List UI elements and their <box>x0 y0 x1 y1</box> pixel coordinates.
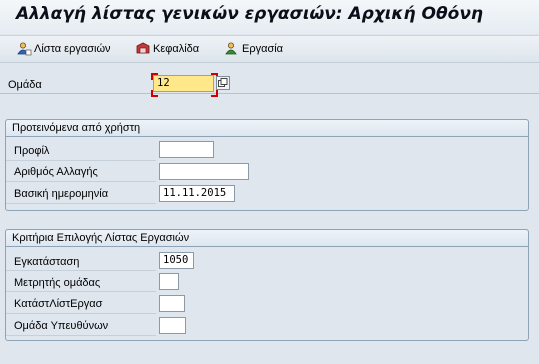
key-date-label: Βασική ημερομηνία <box>14 188 109 200</box>
header-icon <box>135 42 151 56</box>
task-list-status-input[interactable] <box>159 295 185 312</box>
group-counter-label: Μετρητής ομάδας <box>14 277 101 289</box>
search-help-button[interactable] <box>216 76 230 90</box>
profile-input[interactable] <box>159 141 214 158</box>
key-date-input[interactable]: 11.11.2015 <box>159 185 235 202</box>
profile-label: Προφίλ <box>14 145 50 157</box>
group-input[interactable]: 12 <box>153 75 214 92</box>
responsible-group-input[interactable] <box>159 317 186 334</box>
focus-marker-bottom-right <box>211 90 218 97</box>
header-button-label: Κεφαλίδα <box>153 43 200 55</box>
plant-label: Εγκατάσταση <box>14 256 80 268</box>
user-defaults-title: Προτεινόμενα από χρήστη <box>6 120 528 137</box>
selection-criteria-title: Κριτήρια Επιλογής Λίστας Εργασιών <box>6 230 528 247</box>
header-button[interactable]: Κεφαλίδα <box>135 40 199 58</box>
operation-icon <box>224 42 240 56</box>
task-list-icon <box>16 42 32 56</box>
responsible-group-label: Ομάδα Υπευθύνων <box>14 320 109 332</box>
page-title: Αλλαγή λίστας γενικών εργασιών: Αρχική Ο… <box>16 4 484 24</box>
group-row-divider <box>0 93 539 94</box>
title-bar: Αλλαγή λίστας γενικών εργασιών: Αρχική Ο… <box>0 0 539 34</box>
task-list-button-label: Λίστα εργασιών <box>34 43 111 55</box>
change-number-label: Αριθμός Αλλαγής <box>14 166 98 178</box>
change-number-input[interactable] <box>159 163 249 180</box>
operation-button-label: Εργασία <box>242 43 284 55</box>
task-list-button[interactable]: Λίστα εργασιών <box>16 40 111 58</box>
search-help-icon <box>217 77 229 89</box>
focus-marker-top-left <box>151 73 158 80</box>
application-toolbar: Λίστα εργασιών Κεφαλίδα Εργασία <box>0 35 539 63</box>
group-label: Ομάδα <box>8 79 42 91</box>
operation-button[interactable]: Εργασία <box>224 40 283 58</box>
task-list-status-label: ΚατάστΛίστΕργασ <box>14 298 103 310</box>
focus-marker-bottom-left <box>151 90 158 97</box>
plant-input[interactable]: 1050 <box>159 252 194 269</box>
group-counter-input[interactable] <box>159 273 179 290</box>
